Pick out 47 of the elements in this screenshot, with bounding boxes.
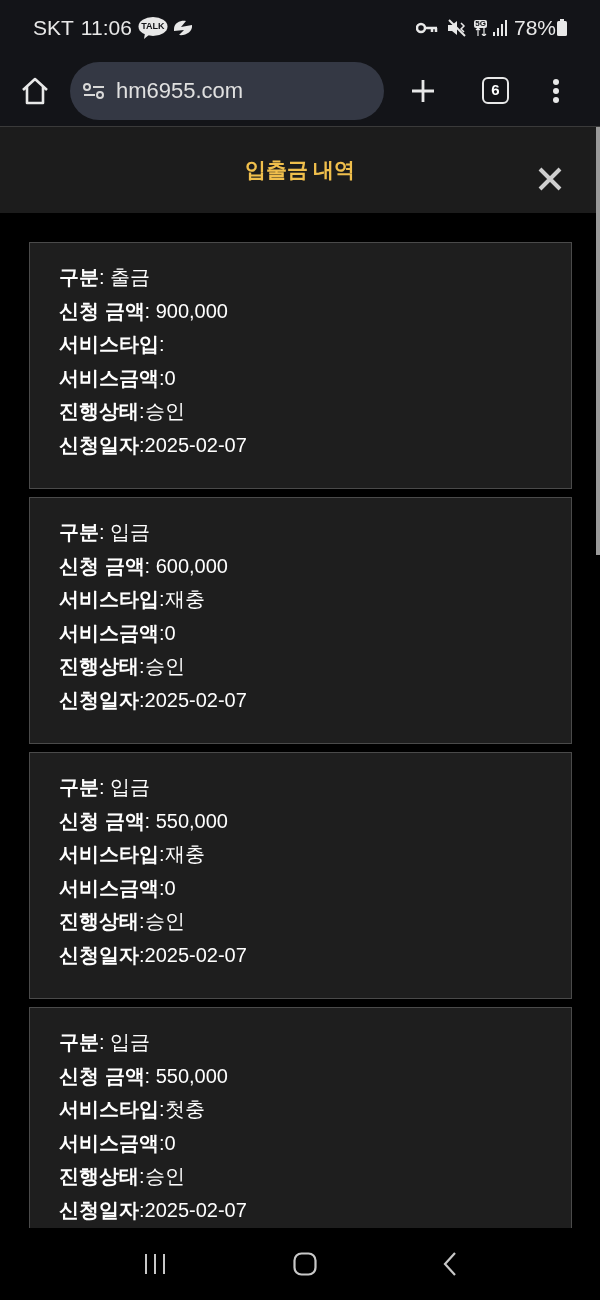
record-field: 서비스타입: (59, 328, 542, 362)
url-text: hm6955.com (116, 77, 244, 105)
back-icon[interactable] (443, 1252, 457, 1276)
close-icon[interactable] (538, 167, 562, 191)
address-bar[interactable]: hm6955.com (70, 61, 384, 120)
record-field: 신청일자:2025-02-07 (59, 938, 542, 972)
record-field: 신청 금액: 900,000 (59, 294, 542, 328)
swirl-bubble-icon (171, 18, 194, 37)
record-field: 서비스타입:첫충 (59, 1093, 542, 1127)
battery-icon (557, 19, 567, 36)
home-button-icon[interactable] (293, 1252, 317, 1276)
record-field: 구분: 입금 (59, 516, 542, 550)
record-field: 서비스금액:0 (59, 361, 542, 395)
record-field: 신청 금액: 600,000 (59, 549, 542, 583)
network-indicator: 5G (474, 19, 487, 36)
record-field: 서비스타입:재충 (59, 838, 542, 872)
dialog-title: 입출금 내역 (244, 157, 356, 184)
record-field: 서비스금액:0 (59, 616, 542, 650)
record-field: 구분: 입금 (59, 771, 542, 805)
record-field: 신청 금액: 550,000 (59, 1059, 542, 1093)
scrollbar-thumb[interactable] (596, 127, 600, 555)
battery-percent-text: 78% (513, 14, 556, 41)
more-menu-icon[interactable] (552, 77, 560, 104)
record-field: 구분: 입금 (59, 1026, 542, 1060)
new-tab-icon[interactable] (410, 77, 436, 104)
record-field: 서비스금액:0 (59, 871, 542, 905)
carrier-text: SKT (33, 14, 74, 41)
recent-apps-icon[interactable] (143, 1253, 167, 1275)
chat-notification-icon: TALK (137, 16, 168, 39)
signal-icon (492, 19, 509, 36)
record-field: 신청일자:2025-02-07 (59, 1193, 542, 1227)
record-field: 진행상태:승인 (59, 1160, 542, 1194)
site-settings-icon[interactable] (82, 81, 106, 100)
record-field: 서비스금액:0 (59, 1126, 542, 1160)
record-field: 진행상태:승인 (59, 650, 542, 684)
record-field: 진행상태:승인 (59, 905, 542, 939)
key-icon (416, 21, 439, 34)
record-field: 신청일자:2025-02-07 (59, 428, 542, 462)
clock-text: 11:06 (80, 14, 132, 41)
tab-switcher-button[interactable]: 6 (482, 77, 509, 104)
record-field: 진행상태:승인 (59, 395, 542, 429)
record-field: 서비스타입:재충 (59, 583, 542, 617)
record-field: 신청 금액: 550,000 (59, 804, 542, 838)
record-field: 신청일자:2025-02-07 (59, 683, 542, 717)
record-field: 구분: 출금 (59, 261, 542, 295)
home-icon[interactable] (20, 76, 50, 105)
muted-vibrate-icon (447, 18, 468, 37)
